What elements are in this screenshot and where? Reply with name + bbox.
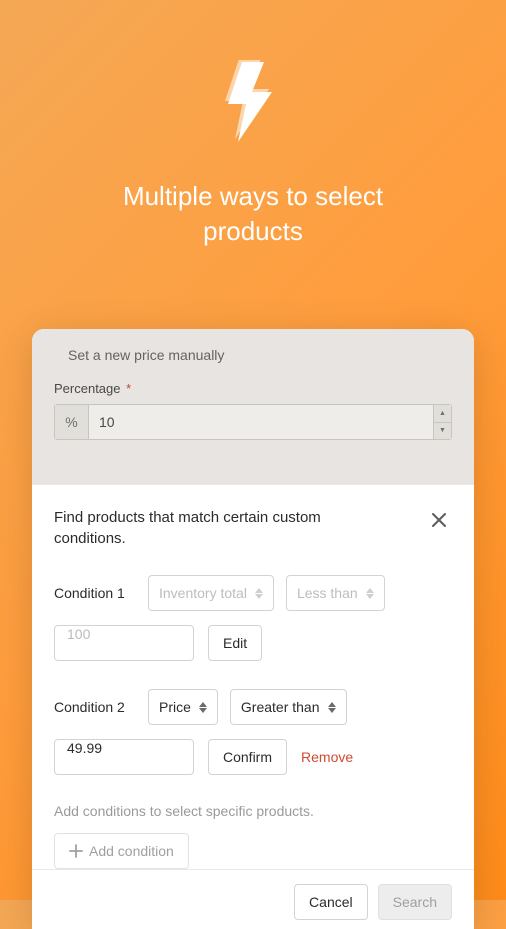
condition-2-label: Condition 2 [54, 699, 136, 715]
close-icon [430, 511, 448, 529]
lightning-bolt-icon [0, 60, 506, 144]
select-caret-icon [255, 588, 263, 599]
close-button[interactable] [426, 507, 452, 538]
select-caret-icon [366, 588, 374, 599]
add-condition-button[interactable]: Add condition [54, 833, 189, 869]
percent-stepper: ▲ ▼ [433, 405, 451, 439]
condition-1-operator-select[interactable]: Less than [286, 575, 385, 611]
app-card: Set a new price manually Percentage * % … [32, 329, 474, 929]
cancel-button[interactable]: Cancel [294, 884, 368, 920]
percent-value: 10 [89, 405, 433, 439]
condition-2-confirm-button[interactable]: Confirm [208, 739, 287, 775]
percentage-label: Percentage * [54, 381, 452, 396]
conditions-modal: Find products that match certain custom … [32, 484, 474, 929]
select-caret-icon [199, 702, 207, 713]
condition-1-label: Condition 1 [54, 585, 136, 601]
search-button[interactable]: Search [378, 884, 452, 920]
condition-2-operator-select[interactable]: Greater than [230, 689, 347, 725]
select-caret-icon [328, 702, 336, 713]
plus-icon [69, 844, 83, 858]
stepper-up-icon: ▲ [434, 405, 451, 423]
hero-title: Multiple ways to select products [78, 179, 428, 249]
required-mark: * [126, 381, 131, 396]
percentage-input: % 10 ▲ ▼ [54, 404, 452, 440]
condition-2-remove-link[interactable]: Remove [301, 749, 353, 765]
condition-2-value-input[interactable]: 49.99 [54, 739, 194, 775]
conditions-hint: Add conditions to select specific produc… [54, 803, 452, 819]
condition-2-field-select[interactable]: Price [148, 689, 218, 725]
dimmed-background-panel: Set a new price manually Percentage * % … [32, 329, 474, 509]
percent-symbol: % [55, 405, 89, 439]
condition-1-value-input[interactable]: 100 [54, 625, 194, 661]
condition-1-field-select[interactable]: Inventory total [148, 575, 274, 611]
stepper-down-icon: ▼ [434, 423, 451, 440]
condition-1-edit-button[interactable]: Edit [208, 625, 262, 661]
modal-title: Find products that match certain custom … [54, 507, 354, 549]
set-price-text: Set a new price manually [68, 347, 452, 363]
